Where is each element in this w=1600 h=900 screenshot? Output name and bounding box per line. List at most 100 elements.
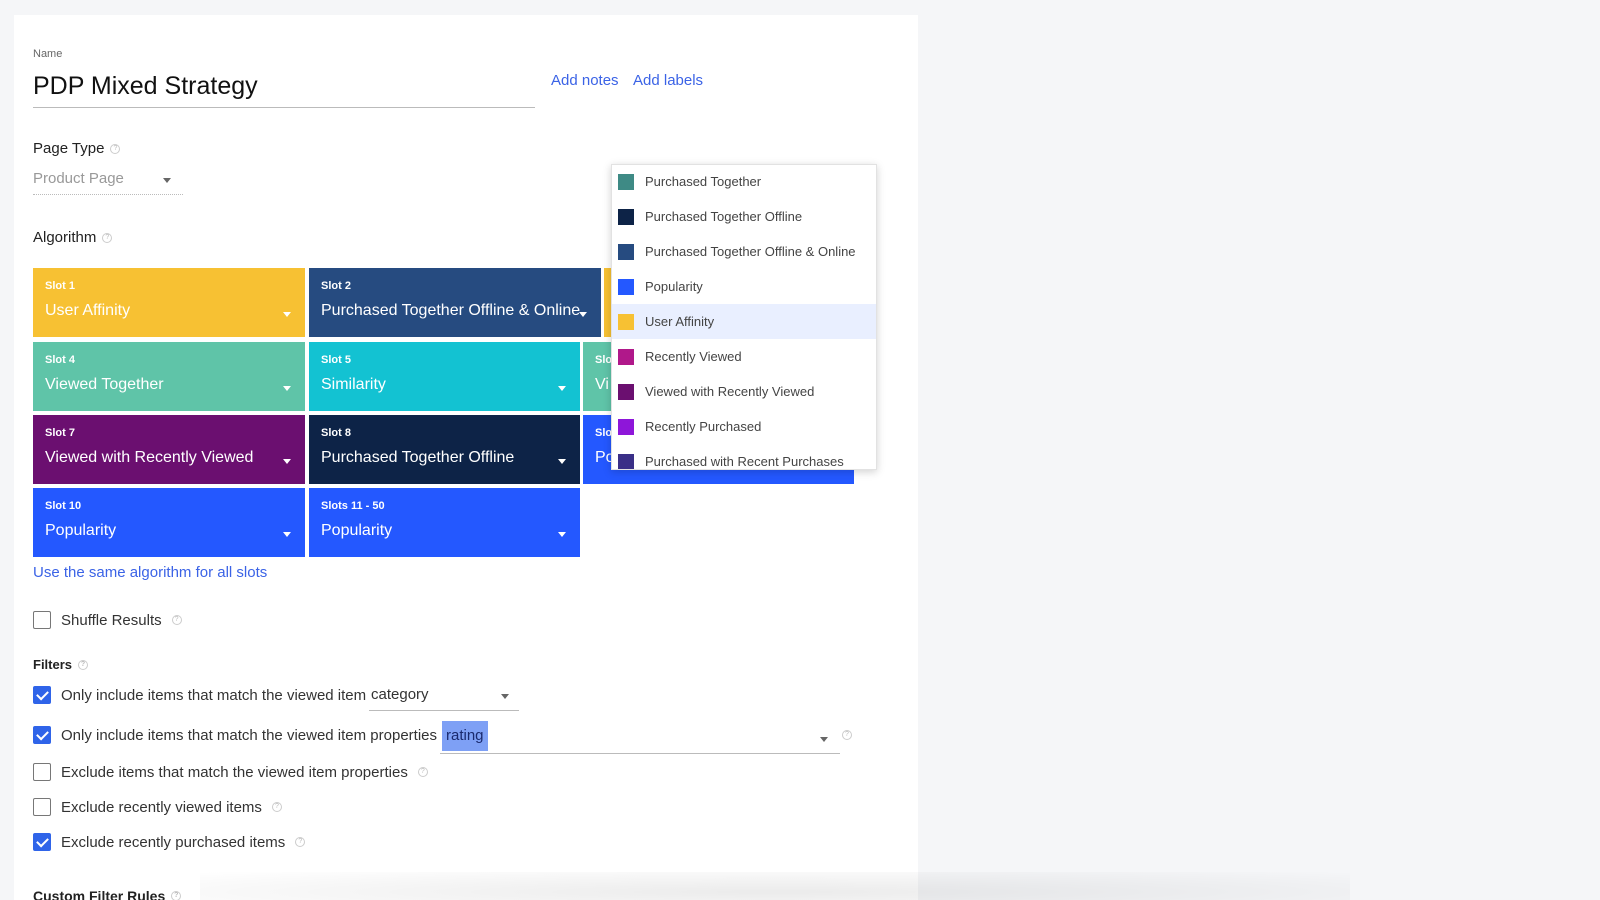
filter-label: Only include items that match the viewed… (61, 726, 438, 744)
use-same-algorithm-link[interactable]: Use the same algorithm for all slots (33, 564, 267, 581)
slot-label: Slot 5 (321, 354, 351, 366)
dropdown-item-label: Recently Viewed (645, 349, 742, 364)
filter-row-exclude-purchased[interactable]: Exclude recently purchased items ? (33, 833, 306, 851)
slot-label: Slot 8 (321, 427, 351, 439)
dropdown-item-purchased-together[interactable]: Purchased Together (612, 165, 876, 199)
filter-label: Exclude recently viewed items (61, 798, 262, 816)
shuffle-results-row[interactable]: Shuffle Results ? (33, 611, 182, 629)
dropdown-item-purchased-together-offline-online[interactable]: Purchased Together Offline & Online (612, 234, 876, 269)
slot-value: User Affinity (45, 302, 131, 319)
slot-label: Slots 11 - 50 (321, 500, 385, 512)
filter-label: Exclude items that match the viewed item… (61, 763, 408, 781)
shuffle-checkbox[interactable] (33, 611, 51, 629)
slot-value: Popularity (45, 522, 117, 539)
slot-7[interactable]: Slot 7 Viewed with Recently Viewed (33, 415, 305, 484)
chevron-down-icon (579, 312, 587, 317)
filter-checkbox-category[interactable] (33, 686, 51, 704)
custom-filter-label: Custom Filter Rules (33, 888, 166, 900)
dropdown-item-label: Purchased Together Offline & Online (645, 244, 856, 259)
chevron-down-icon (558, 459, 566, 464)
slot-value: Viewed with Recently Viewed (45, 449, 254, 466)
dropdown-item-label: Recently Purchased (645, 419, 762, 434)
slot-label: Slot 1 (45, 280, 75, 292)
add-notes-link[interactable]: Add notes (551, 72, 619, 89)
filter-checkbox-exclude-properties[interactable] (33, 763, 51, 781)
filter-row-category[interactable]: Only include items that match the viewed… (33, 686, 366, 704)
filter-checkbox-exclude-viewed[interactable] (33, 798, 51, 816)
slot-6[interactable]: Slo Vi (583, 342, 613, 411)
slot-4[interactable]: Slot 4 Viewed Together (33, 342, 305, 411)
help-icon[interactable]: ? (78, 659, 89, 670)
help-icon[interactable]: ? (295, 837, 306, 847)
add-labels-link[interactable]: Add labels (633, 72, 703, 89)
chevron-down-icon (558, 386, 566, 391)
color-swatch-icon (618, 313, 634, 330)
algorithm-label: Algorithm (33, 229, 97, 246)
rating-tag[interactable]: rating (442, 721, 488, 751)
chevron-down-icon (558, 532, 566, 537)
color-swatch-icon (618, 453, 634, 469)
color-swatch-icon (618, 348, 634, 365)
chevron-down-icon (501, 694, 509, 699)
dropdown-item-purchased-with-recent-purchases[interactable]: Purchased with Recent Purchases (612, 444, 876, 469)
properties-select[interactable] (440, 724, 840, 754)
slot-8[interactable]: Slot 8 Purchased Together Offline (309, 415, 580, 484)
chevron-down-icon (163, 178, 171, 183)
filter-checkbox-exclude-purchased[interactable] (33, 833, 51, 851)
slot-label: Slot 10 (45, 500, 82, 512)
dropdown-item-user-affinity[interactable]: User Affinity (612, 304, 876, 339)
slot-value: Vi (595, 376, 609, 393)
dropdown-item-label: Popularity (645, 279, 703, 294)
help-icon[interactable]: ? (110, 143, 121, 154)
page-type-heading: Page Type ? (33, 140, 121, 157)
help-icon[interactable]: ? (102, 232, 113, 243)
filter-row-exclude-properties[interactable]: Exclude items that match the viewed item… (33, 763, 428, 781)
help-icon[interactable]: ? (417, 767, 428, 777)
filter-row-exclude-viewed[interactable]: Exclude recently viewed items ? (33, 798, 282, 816)
dropdown-item-popularity[interactable]: Popularity (612, 269, 876, 304)
slot-1[interactable]: Slot 1 User Affinity (33, 268, 305, 337)
dropdown-item-purchased-together-offline[interactable]: Purchased Together Offline (612, 199, 876, 234)
color-swatch-icon (618, 383, 634, 400)
filters-heading: Filters ? (33, 657, 89, 672)
dropdown-item-label: Purchased with Recent Purchases (645, 454, 844, 469)
help-icon[interactable]: ? (271, 802, 282, 812)
strategy-name-input[interactable]: PDP Mixed Strategy (33, 68, 535, 108)
help-icon[interactable]: ? (842, 730, 852, 740)
slot-2[interactable]: Slot 2 Purchased Together Offline & Onli… (309, 268, 601, 337)
color-swatch-icon (618, 418, 634, 435)
slot-value: Purchased Together Offline (321, 449, 515, 466)
chevron-down-icon (283, 532, 291, 537)
color-swatch-icon (618, 278, 634, 295)
page-type-value: Product Page (33, 170, 124, 187)
dropdown-item-viewed-with-recently-viewed[interactable]: Viewed with Recently Viewed (612, 374, 876, 409)
filters-label: Filters (33, 657, 73, 672)
dropdown-item-recently-viewed[interactable]: Recently Viewed (612, 339, 876, 374)
color-swatch-icon (618, 243, 634, 260)
help-icon[interactable]: ? (171, 615, 182, 625)
filter-label: Only include items that match the viewed… (61, 686, 367, 704)
dropdown-item-label: Purchased Together Offline (645, 209, 803, 224)
color-swatch-icon (618, 173, 634, 190)
chevron-down-icon (283, 312, 291, 317)
slot-10[interactable]: Slot 10 Popularity (33, 488, 305, 557)
slot-value: Similarity (321, 376, 386, 393)
category-select[interactable]: category (369, 681, 519, 711)
category-value: category (371, 686, 429, 703)
filter-row-properties[interactable]: Only include items that match the viewed… (33, 726, 437, 744)
slot-label: Slot 2 (321, 280, 351, 292)
help-icon[interactable]: ? (171, 891, 182, 900)
slot-11-50[interactable]: Slots 11 - 50 Popularity (309, 488, 580, 557)
filter-checkbox-properties[interactable] (33, 726, 51, 744)
page-type-label: Page Type (33, 140, 105, 157)
slot-5[interactable]: Slot 5 Similarity (309, 342, 580, 411)
slot-label: Slot 7 (45, 427, 75, 439)
dropdown-item-recently-purchased[interactable]: Recently Purchased (612, 409, 876, 444)
dropdown-item-label: Purchased Together (645, 174, 762, 189)
bottom-bar-shadow (200, 872, 1350, 900)
name-label: Name (33, 48, 63, 60)
slot-label: Slot 4 (45, 354, 75, 366)
filter-label: Exclude recently purchased items (61, 833, 286, 851)
page-type-select[interactable]: Product Page (33, 167, 183, 195)
algorithm-dropdown-menu[interactable]: Purchased Together Purchased Together Of… (611, 164, 877, 470)
